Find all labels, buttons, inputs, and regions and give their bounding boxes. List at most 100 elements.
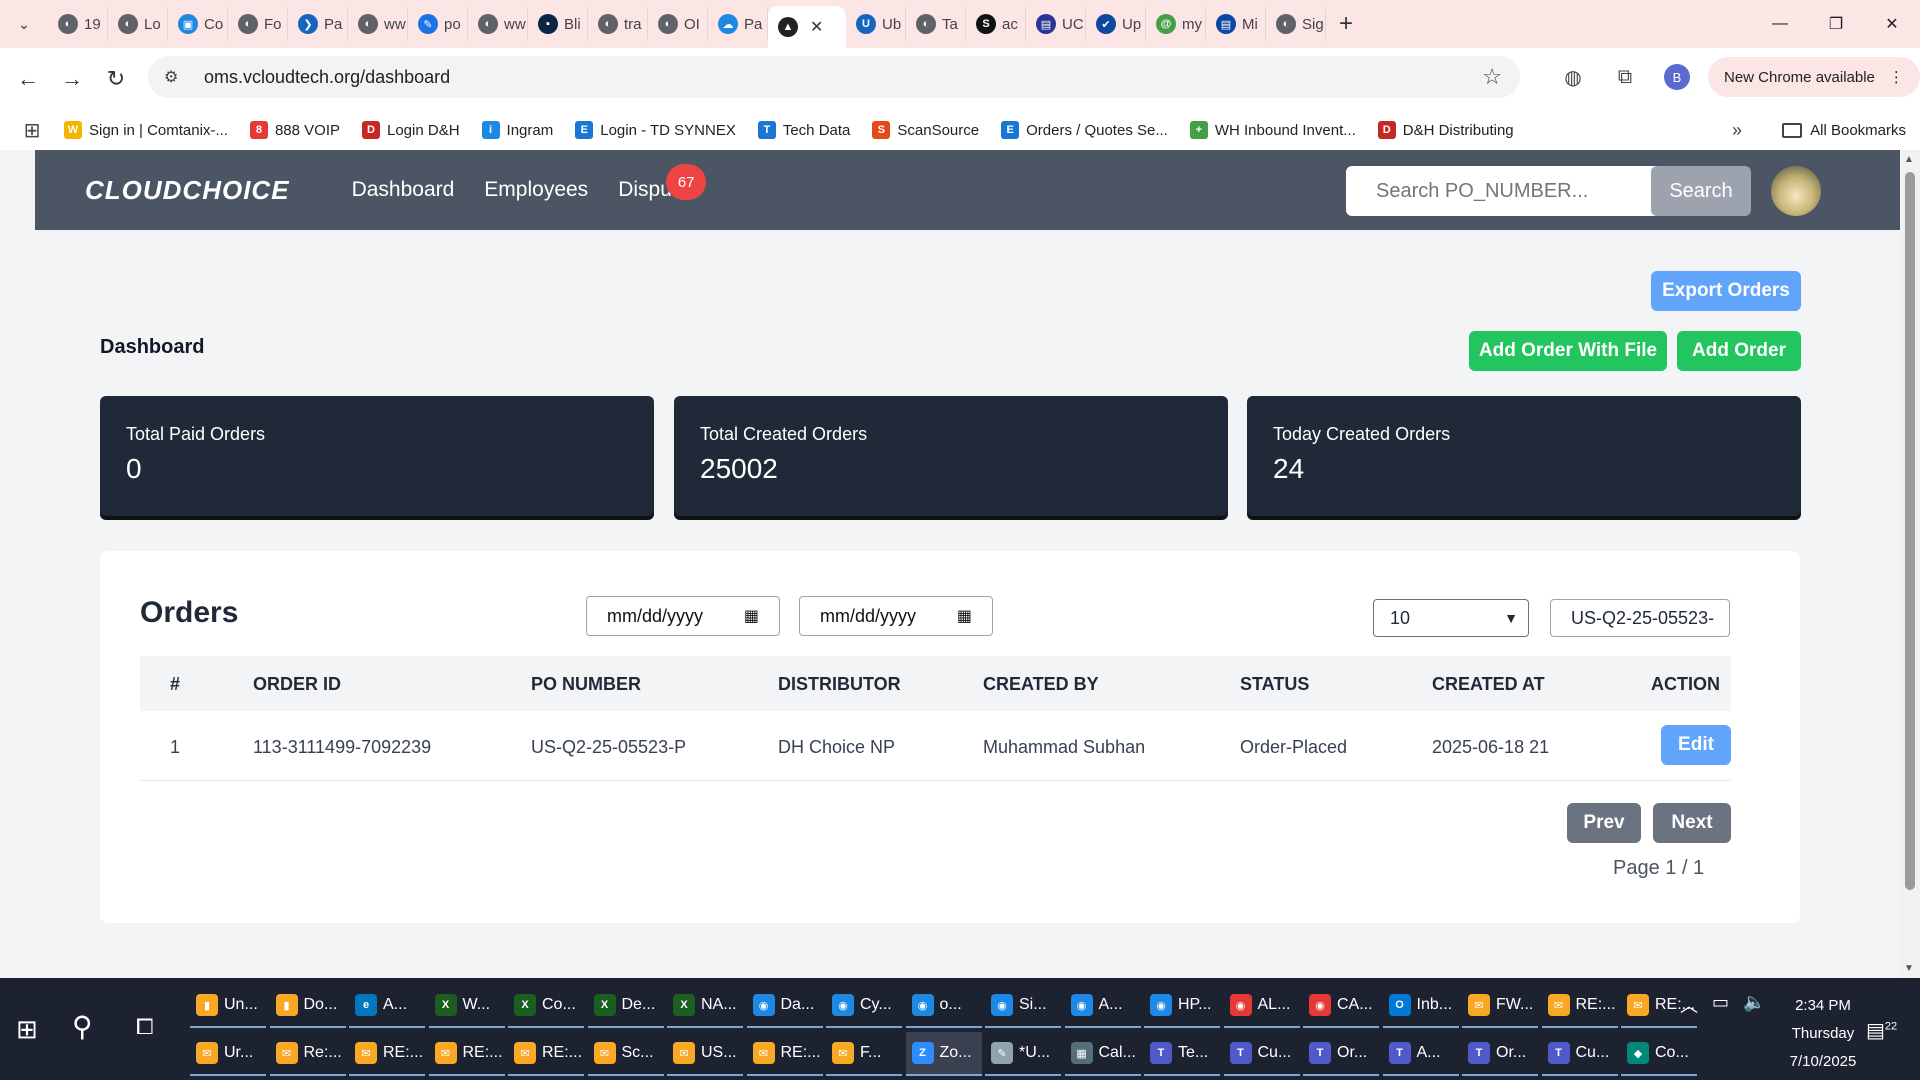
windows-start-icon[interactable]: ⊞ bbox=[16, 1014, 38, 1045]
minimize-button[interactable]: — bbox=[1752, 0, 1808, 48]
new-chrome-available-button[interactable]: New Chrome available ⋮ bbox=[1708, 57, 1920, 97]
nav-employees[interactable]: Employees bbox=[484, 178, 588, 202]
browser-tab[interactable]: ◐ Sig bbox=[1266, 7, 1326, 41]
prev-page-button[interactable]: Prev bbox=[1567, 803, 1641, 843]
bookmark-star-icon[interactable]: ☆ bbox=[1482, 64, 1502, 90]
nav-dashboard[interactable]: Dashboard bbox=[352, 178, 455, 202]
search-icon[interactable]: ⚲ bbox=[72, 1010, 93, 1043]
taskbar-app-button[interactable]: ◉ HP... bbox=[1144, 984, 1220, 1028]
user-avatar[interactable] bbox=[1771, 166, 1821, 216]
page-size-select[interactable]: 10 ▼ bbox=[1373, 599, 1529, 637]
forward-button[interactable]: → bbox=[50, 57, 94, 101]
page-scrollbar[interactable]: ▲ ▼ bbox=[1900, 150, 1920, 978]
browser-tab[interactable]: ◐ Ta bbox=[906, 7, 966, 41]
nav-disputes[interactable]: Dispu 67 bbox=[618, 164, 707, 202]
taskbar-clock[interactable]: 2:34 PM Thursday 7/10/2025 bbox=[1768, 992, 1878, 1076]
taskbar-app-button[interactable]: ◉ Da... bbox=[746, 984, 823, 1028]
browser-tab[interactable]: ❯ Pa bbox=[288, 7, 348, 41]
taskbar-app-button[interactable]: ◉ Si... bbox=[985, 984, 1061, 1028]
taskbar-app-button[interactable]: X Co... bbox=[508, 984, 584, 1028]
taskbar-app-button[interactable]: e A... bbox=[349, 984, 425, 1028]
taskbar-app-button[interactable]: ◆ Co... bbox=[1621, 1032, 1697, 1076]
browser-tab[interactable]: ▪ Bli bbox=[528, 7, 588, 41]
bookmark-item[interactable]: E Login - TD SYNNEX bbox=[575, 121, 736, 139]
volume-icon[interactable]: 🔈 bbox=[1743, 992, 1765, 1018]
taskbar-app-button[interactable]: T A... bbox=[1382, 1032, 1459, 1076]
taskbar-app-button[interactable]: T Or... bbox=[1462, 1032, 1538, 1076]
taskbar-app-button[interactable]: ▮ Un... bbox=[190, 984, 266, 1028]
add-order-with-file-button[interactable]: Add Order With File bbox=[1469, 331, 1667, 371]
browser-tab[interactable]: ✎ po bbox=[408, 7, 468, 41]
calendar-icon[interactable]: ▦ bbox=[957, 606, 972, 626]
taskbar-app-button[interactable]: ✎ *U... bbox=[985, 1032, 1061, 1076]
bookmarks-overflow-icon[interactable]: » bbox=[1732, 120, 1742, 141]
battery-icon[interactable]: ▭ bbox=[1712, 992, 1729, 1018]
reload-button[interactable]: ↻ bbox=[94, 57, 138, 101]
taskbar-app-button[interactable]: T Te... bbox=[1144, 1032, 1220, 1076]
po-filter-input[interactable]: US-Q2-25-05523- bbox=[1550, 599, 1730, 637]
taskbar-app-button[interactable]: X W... bbox=[428, 984, 505, 1028]
browser-tab[interactable]: ◐ OI bbox=[648, 7, 708, 41]
browser-tab[interactable]: U Ub bbox=[846, 7, 906, 41]
profile-button[interactable]: B bbox=[1656, 56, 1698, 98]
next-page-button[interactable]: Next bbox=[1653, 803, 1731, 843]
bookmark-item[interactable]: W Sign in | Comtanix-... bbox=[64, 121, 228, 139]
taskbar-app-button[interactable]: ✉ Ur... bbox=[190, 1032, 266, 1076]
app-logo[interactable]: CLOUDCHOICE bbox=[85, 175, 290, 206]
address-bar[interactable]: ⚙ oms.vcloudtech.org/dashboard ☆ bbox=[148, 56, 1520, 98]
date-to-input[interactable]: mm/dd/yyyy ▦ bbox=[799, 596, 993, 636]
taskbar-app-button[interactable]: ✉ RE:... bbox=[508, 1032, 584, 1076]
active-browser-tab[interactable]: ▲ ✕ bbox=[768, 6, 846, 48]
apps-grid-icon[interactable]: ⊞ bbox=[0, 118, 64, 143]
taskbar-app-button[interactable]: ✉ Re:... bbox=[269, 1032, 346, 1076]
browser-tab[interactable]: ✔ Up bbox=[1086, 7, 1146, 41]
browser-tab[interactable]: ▤ UC bbox=[1026, 7, 1086, 41]
notification-center-icon[interactable]: ▤22 bbox=[1866, 1018, 1897, 1043]
taskbar-app-button[interactable]: T Cu... bbox=[1223, 1032, 1300, 1076]
tab-search-button[interactable]: ⌄ bbox=[0, 0, 48, 48]
po-number-search-input[interactable] bbox=[1346, 166, 1666, 216]
browser-tab[interactable]: Sac bbox=[966, 7, 1026, 41]
browser-tab[interactable]: ◐ 19 bbox=[48, 7, 108, 41]
bookmark-item[interactable]: + WH Inbound Invent... bbox=[1189, 121, 1356, 139]
maximize-button[interactable]: ❐ bbox=[1808, 0, 1864, 48]
calendar-icon[interactable]: ▦ bbox=[744, 606, 759, 626]
extensions-icon[interactable]: ⧉ bbox=[1604, 56, 1646, 98]
taskbar-app-button[interactable]: ✉ RE:... bbox=[1541, 984, 1618, 1028]
taskbar-app-button[interactable]: ✉ RE:... bbox=[746, 1032, 823, 1076]
browser-tab[interactable]: ◐ Fo bbox=[228, 7, 288, 41]
scroll-up-arrow-icon[interactable]: ▲ bbox=[1904, 154, 1914, 165]
date-from-input[interactable]: mm/dd/yyyy ▦ bbox=[586, 596, 780, 636]
taskbar-app-button[interactable]: ◉ CA... bbox=[1303, 984, 1379, 1028]
bookmark-item[interactable]: D Login D&H bbox=[362, 121, 460, 139]
browser-tab[interactable]: ▤ Mi bbox=[1206, 7, 1266, 41]
scroll-down-arrow-icon[interactable]: ▼ bbox=[1904, 963, 1914, 974]
browser-tab[interactable]: ▣ Co bbox=[168, 7, 228, 41]
taskbar-app-button[interactable]: X NA... bbox=[667, 984, 743, 1028]
show-hidden-icons-icon[interactable]: ︿ bbox=[1680, 992, 1698, 1018]
taskbar-app-button[interactable]: ▦ Cal... bbox=[1064, 1032, 1141, 1076]
search-button[interactable]: Search bbox=[1651, 166, 1751, 216]
close-tab-icon[interactable]: ✕ bbox=[810, 17, 823, 37]
all-bookmarks-button[interactable]: All Bookmarks bbox=[1782, 122, 1906, 139]
taskbar-app-button[interactable]: ◉ Cy... bbox=[826, 984, 902, 1028]
bookmark-item[interactable]: 8 888 VOIP bbox=[249, 121, 340, 139]
export-orders-button[interactable]: Export Orders bbox=[1651, 271, 1801, 311]
edit-order-button[interactable]: Edit bbox=[1661, 725, 1731, 765]
taskbar-app-button[interactable]: ✉ F... bbox=[826, 1032, 902, 1076]
site-info-icon[interactable]: ⚙ bbox=[164, 67, 190, 87]
taskbar-app-button[interactable]: O Inb... bbox=[1382, 984, 1459, 1028]
taskbar-app-button[interactable]: ✉ RE:... bbox=[349, 1032, 425, 1076]
browser-tab[interactable]: ◐ Lo bbox=[108, 7, 168, 41]
add-order-button[interactable]: Add Order bbox=[1677, 331, 1801, 371]
browser-tab[interactable]: ◐ tra bbox=[588, 7, 648, 41]
back-button[interactable]: ← bbox=[6, 57, 50, 101]
taskbar-app-button[interactable]: T Cu... bbox=[1541, 1032, 1618, 1076]
taskbar-app-button[interactable]: Z Zo... bbox=[905, 1032, 982, 1076]
bookmark-item[interactable]: E Orders / Quotes Se... bbox=[1001, 121, 1168, 139]
browser-tab[interactable]: ◐ ww bbox=[468, 7, 528, 41]
browser-tab[interactable]: ☁ Pa bbox=[708, 7, 768, 41]
taskbar-app-button[interactable]: T Or... bbox=[1303, 1032, 1379, 1076]
taskbar-app-button[interactable]: ◉ AL... bbox=[1223, 984, 1300, 1028]
task-view-icon[interactable]: ⧠ bbox=[136, 1014, 154, 1040]
